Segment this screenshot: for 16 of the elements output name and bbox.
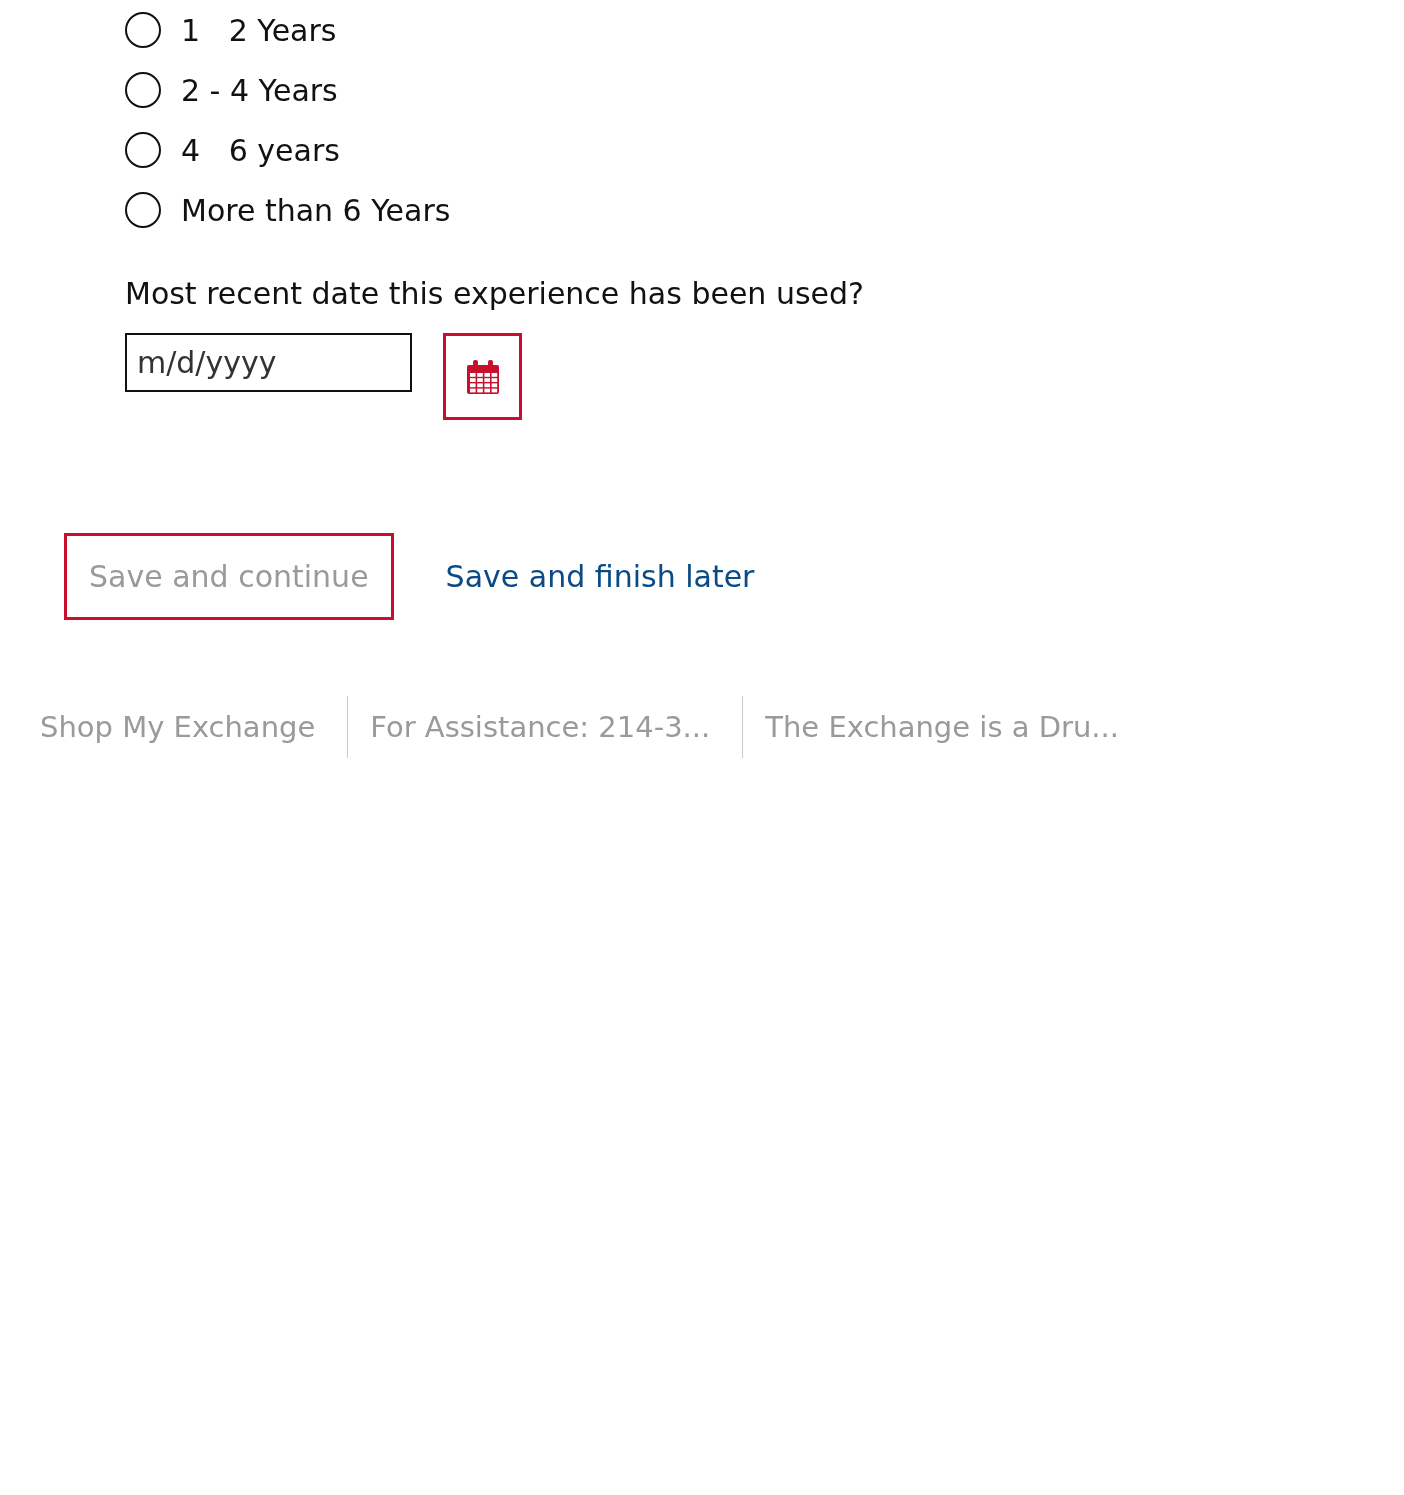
- footer-link[interactable]: The Exchange is a Dru...: [742, 696, 1119, 758]
- radio-button[interactable]: [125, 192, 161, 228]
- footer-link[interactable]: Shop My Exchange: [40, 696, 348, 758]
- radio-button[interactable]: [125, 132, 161, 168]
- option-label: 2 - 4 Years: [181, 72, 338, 108]
- question-label: Most recent date this experience has been used?: [125, 276, 865, 311]
- save-later-link[interactable]: Save and finish later: [445, 559, 755, 594]
- radio-button[interactable]: [125, 12, 161, 48]
- calendar-button[interactable]: [443, 333, 522, 420]
- calendar-icon: [465, 358, 500, 395]
- option-label: 1 2 Years: [181, 12, 337, 48]
- footer-link[interactable]: For Assistance: 214-3...: [347, 696, 743, 758]
- option-label: 4 6 years: [181, 132, 340, 168]
- radio-button[interactable]: [125, 72, 161, 108]
- option-label: More than 6 Years: [181, 192, 451, 228]
- date-input-field[interactable]: m/d/yyyy: [125, 333, 412, 392]
